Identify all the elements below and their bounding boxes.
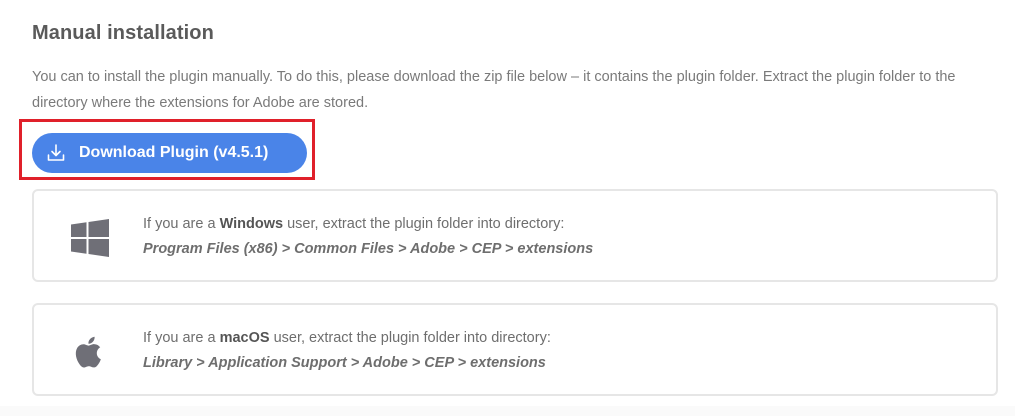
windows-instruction-text: If you are a Windows user, extract the p… (143, 216, 565, 232)
download-plugin-button[interactable]: Download Plugin (v4.5.1) (32, 133, 307, 173)
macos-instructions-card: If you are a macOS user, extract the plu… (32, 303, 998, 396)
windows-directory-path: Program Files (x86) > Common Files > Ado… (143, 241, 594, 257)
os-name: Windows (219, 216, 284, 232)
bottom-divider (0, 406, 1015, 416)
download-icon (46, 143, 66, 163)
macos-instruction-text: If you are a macOS user, extract the plu… (143, 330, 551, 346)
apple-icon (71, 333, 109, 371)
macos-directory-path: Library > Application Support > Adobe > … (143, 355, 546, 371)
section-title: Manual installation (32, 22, 214, 44)
download-button-label: Download Plugin (v4.5.1) (79, 144, 269, 161)
windows-icon (71, 219, 109, 257)
section-description: You can to install the plugin manually. … (32, 69, 956, 111)
os-name: macOS (219, 330, 270, 346)
windows-instructions-card: If you are a Windows user, extract the p… (32, 189, 998, 282)
